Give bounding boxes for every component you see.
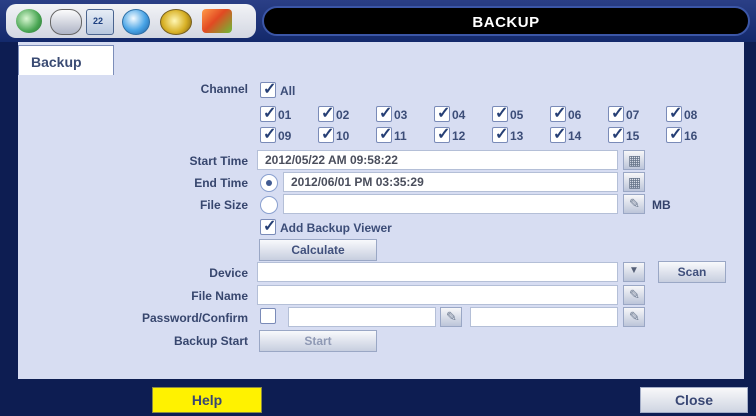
channel-16-checkbox[interactable] <box>666 124 682 144</box>
file-name-edit-icon[interactable] <box>623 285 645 305</box>
channel-09-checkbox[interactable] <box>260 124 276 144</box>
tab-label: Backup <box>31 54 82 70</box>
file-name-label: File Name <box>191 289 248 303</box>
channel-13-checkbox[interactable] <box>492 124 508 144</box>
all-channels-checkbox[interactable] <box>260 79 276 99</box>
channel-03-label: 03 <box>394 108 408 122</box>
title-bar: BACKUP <box>262 6 750 36</box>
channel-06-label: 06 <box>568 108 582 122</box>
channel-12-label: 12 <box>452 129 466 143</box>
end-time-label: End Time <box>194 176 248 190</box>
close-button[interactable]: Close <box>640 387 748 413</box>
scan-button[interactable]: Scan <box>658 261 726 283</box>
password-field[interactable] <box>288 307 436 327</box>
help-button[interactable]: Help <box>152 387 262 413</box>
confirm-password-field[interactable] <box>470 307 618 327</box>
channel-01-checkbox[interactable] <box>260 103 276 123</box>
channel-09-label: 09 <box>278 129 292 143</box>
tools-icon[interactable] <box>202 9 232 33</box>
channel-04-checkbox[interactable] <box>434 103 450 123</box>
channel-14-checkbox[interactable] <box>550 124 566 144</box>
channel-08-checkbox[interactable] <box>666 103 682 123</box>
channel-04-label: 04 <box>452 108 466 122</box>
channel-10-checkbox[interactable] <box>318 124 334 144</box>
channel-05-label: 05 <box>510 108 524 122</box>
start-time-field[interactable]: 2012/05/22 AM 09:58:22 <box>257 150 618 170</box>
confirm-password-edit-icon[interactable] <box>623 307 645 327</box>
channel-10-label: 10 <box>336 129 350 143</box>
channel-13-label: 13 <box>510 129 524 143</box>
channel-08-label: 08 <box>684 108 698 122</box>
file-name-field[interactable] <box>257 285 618 305</box>
main-menu-icons <box>6 4 256 38</box>
file-size-label: File Size <box>199 198 248 212</box>
all-channels-label: All <box>280 84 296 98</box>
device-dropdown-icon[interactable] <box>623 262 645 282</box>
channel-11-checkbox[interactable] <box>376 124 392 144</box>
globe-icon[interactable] <box>122 9 150 35</box>
page-title: BACKUP <box>472 14 540 31</box>
channel-01-label: 01 <box>278 108 292 122</box>
channel-07-label: 07 <box>626 108 640 122</box>
file-size-edit-icon[interactable] <box>623 194 645 214</box>
start-time-calendar-icon[interactable] <box>623 150 645 170</box>
channel-12-checkbox[interactable] <box>434 124 450 144</box>
password-checkbox[interactable] <box>260 308 276 324</box>
end-time-field[interactable]: 2012/06/01 PM 03:35:29 <box>283 172 618 192</box>
toggle-icon[interactable] <box>50 9 82 35</box>
backup-icon[interactable] <box>160 9 192 35</box>
channel-06-checkbox[interactable] <box>550 103 566 123</box>
channel-02-checkbox[interactable] <box>318 103 334 123</box>
file-size-radio[interactable] <box>260 196 278 214</box>
add-viewer-label: Add Backup Viewer <box>280 221 392 235</box>
channel-14-label: 14 <box>568 129 582 143</box>
start-time-label: Start Time <box>189 154 248 168</box>
disk-icon[interactable] <box>16 9 42 33</box>
channel-15-label: 15 <box>626 129 640 143</box>
backup-start-label: Backup Start <box>173 334 248 348</box>
password-edit-icon[interactable] <box>440 307 462 327</box>
add-viewer-checkbox[interactable] <box>260 216 276 236</box>
tab-backup[interactable]: Backup <box>18 45 114 75</box>
start-button[interactable]: Start <box>259 330 377 352</box>
channel-07-checkbox[interactable] <box>608 103 624 123</box>
channel-15-checkbox[interactable] <box>608 124 624 144</box>
end-time-calendar-icon[interactable] <box>623 172 645 192</box>
channel-label: Channel <box>200 82 248 96</box>
channel-03-checkbox[interactable] <box>376 103 392 123</box>
file-size-unit: MB <box>652 198 671 212</box>
channel-02-label: 02 <box>336 108 350 122</box>
channel-16-label: 16 <box>684 129 698 143</box>
calendar-icon[interactable] <box>86 9 114 35</box>
file-size-field[interactable] <box>283 194 618 214</box>
end-time-radio[interactable] <box>260 174 278 192</box>
device-field[interactable] <box>257 262 618 282</box>
channel-05-checkbox[interactable] <box>492 103 508 123</box>
device-label: Device <box>209 266 248 280</box>
password-label: Password/Confirm <box>141 311 248 325</box>
calculate-button[interactable]: Calculate <box>259 239 377 261</box>
channel-11-label: 11 <box>394 129 407 143</box>
